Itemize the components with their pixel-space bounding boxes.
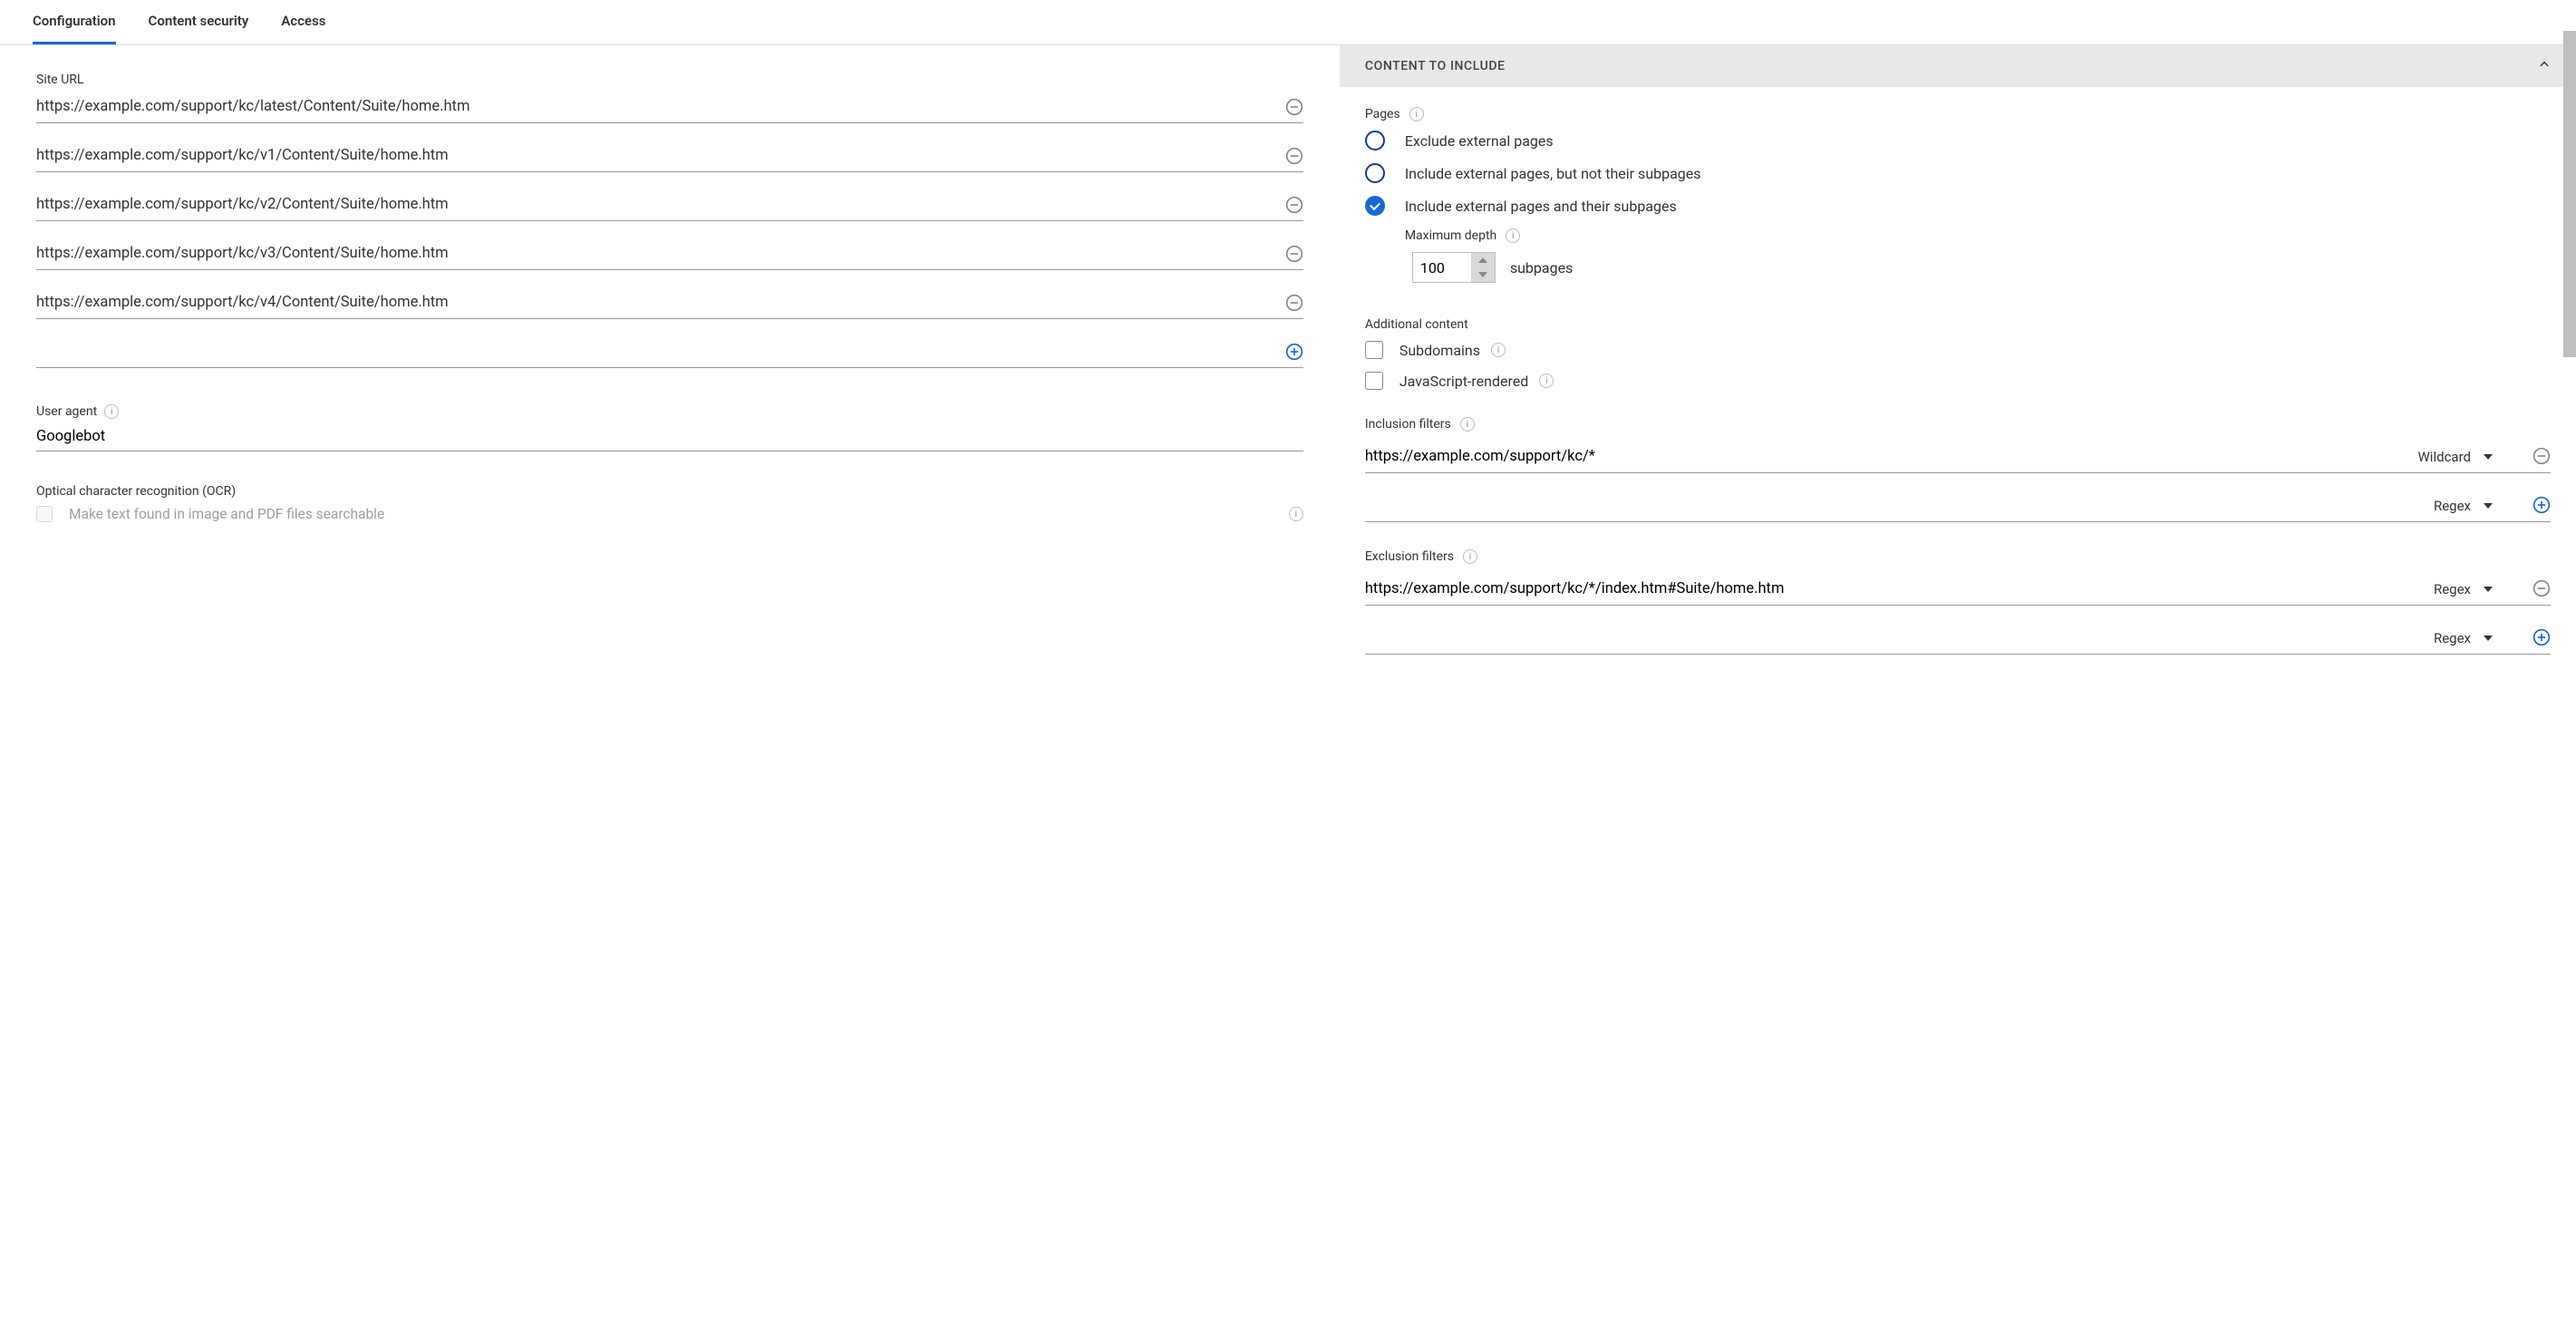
remove-url-button[interactable]	[1285, 196, 1303, 214]
tab-configuration[interactable]: Configuration	[33, 0, 116, 44]
ocr-option-label: Make text found in image and PDF files s…	[69, 506, 1273, 522]
info-icon[interactable]: i	[1491, 343, 1506, 357]
remove-url-button[interactable]	[1285, 294, 1303, 312]
section-title: CONTENT TO INCLUDE	[1365, 59, 1506, 73]
info-icon[interactable]: i	[104, 404, 119, 419]
info-icon[interactable]: i	[1460, 417, 1475, 432]
inclusion-filter-input[interactable]	[1365, 441, 2397, 472]
pages-radio-option[interactable]: Include external pages, but not their su…	[1365, 163, 2551, 183]
site-url-label: Site URL	[36, 73, 1303, 87]
radio-label: Include external pages, but not their su…	[1405, 165, 1701, 182]
site-url-input[interactable]	[36, 140, 1276, 171]
site-url-row	[36, 91, 1303, 123]
info-icon[interactable]: i	[1506, 228, 1520, 243]
inclusion-filter-type-select[interactable]: Regex	[2411, 498, 2498, 514]
exclusion-filter-row: Regex	[1365, 573, 2551, 606]
tab-access[interactable]: Access	[281, 0, 325, 44]
radio-label: Exclude external pages	[1405, 132, 1554, 150]
remove-url-button[interactable]	[1285, 147, 1303, 165]
site-url-input[interactable]	[36, 189, 1276, 220]
user-agent-input[interactable]	[36, 422, 1303, 451]
add-filter-button[interactable]	[2532, 628, 2551, 646]
info-icon[interactable]: i	[1539, 374, 1554, 388]
radio-label: Include external pages and their subpage…	[1405, 198, 1677, 215]
additional-content-label: Additional content	[1365, 317, 2551, 332]
remove-url-button[interactable]	[1285, 245, 1303, 263]
site-url-input[interactable]	[36, 286, 1276, 318]
pages-radio-option[interactable]: Exclude external pages	[1365, 131, 2551, 150]
remove-url-button[interactable]	[1285, 98, 1303, 116]
exclusion-filter-type-select[interactable]: Regex	[2411, 581, 2498, 597]
tabs-bar: Configuration Content security Access	[0, 0, 2576, 45]
chevron-down-icon	[2484, 587, 2493, 592]
js-rendered-label: JavaScript-rendered i	[1399, 373, 1554, 390]
inclusion-filter-row: Regex	[1365, 490, 2551, 522]
add-filter-button[interactable]	[2532, 496, 2551, 514]
info-icon[interactable]: i	[1409, 107, 1424, 121]
right-panel: CONTENT TO INCLUDE Pages i Exclude exter…	[1340, 45, 2576, 691]
site-url-row	[36, 189, 1303, 221]
inclusion-filter-row: Wildcard	[1365, 441, 2551, 473]
max-depth-suffix: subpages	[1510, 259, 1573, 277]
chevron-down-icon	[2484, 503, 2493, 509]
section-header-content-to-include[interactable]: CONTENT TO INCLUDE	[1340, 45, 2576, 87]
site-url-input[interactable]	[36, 91, 1276, 122]
pages-radio-option[interactable]: Include external pages and their subpage…	[1365, 196, 2551, 216]
exclusion-filters-label: Exclusion filters i	[1365, 549, 2551, 564]
site-url-input[interactable]	[36, 238, 1276, 269]
radio-icon	[1365, 131, 1385, 150]
js-rendered-checkbox[interactable]	[1365, 372, 1383, 390]
spinner-down-icon[interactable]	[1471, 267, 1495, 282]
subdomains-label: Subdomains i	[1399, 342, 1506, 359]
ocr-label: Optical character recognition (OCR)	[36, 484, 1303, 499]
number-spinner[interactable]	[1471, 253, 1495, 282]
spinner-up-icon[interactable]	[1471, 253, 1495, 267]
subdomains-checkbox[interactable]	[1365, 341, 1383, 359]
inclusion-filters-label: Inclusion filters i	[1365, 417, 2551, 432]
exclusion-filter-type-select[interactable]: Regex	[2411, 630, 2498, 646]
site-url-add-row	[36, 335, 1303, 368]
left-panel: Site URL User agent i	[0, 45, 1340, 691]
max-depth-label: Maximum depth i	[1405, 228, 2551, 243]
chevron-down-icon	[2484, 454, 2493, 460]
remove-filter-button[interactable]	[2532, 579, 2551, 597]
exclusion-filter-input[interactable]	[1365, 622, 2397, 654]
site-url-row	[36, 238, 1303, 270]
exclusion-filter-row: Regex	[1365, 622, 2551, 655]
tab-content-security[interactable]: Content security	[149, 0, 249, 44]
info-icon[interactable]: i	[1289, 507, 1303, 521]
scrollbar[interactable]	[2563, 31, 2576, 357]
inclusion-filter-type-select[interactable]: Wildcard	[2411, 449, 2498, 465]
site-url-row	[36, 140, 1303, 172]
user-agent-label: User agent i	[36, 404, 1303, 419]
max-depth-input[interactable]	[1413, 253, 1471, 282]
add-url-button[interactable]	[1285, 343, 1303, 361]
site-url-input-new[interactable]	[36, 335, 1276, 367]
chevron-down-icon	[2484, 636, 2493, 641]
exclusion-filter-input[interactable]	[1365, 573, 2397, 605]
inclusion-filter-input[interactable]	[1365, 490, 2397, 521]
radio-icon	[1365, 163, 1385, 183]
ocr-checkbox[interactable]	[36, 506, 53, 522]
remove-filter-button[interactable]	[2532, 447, 2551, 465]
site-url-row	[36, 286, 1303, 319]
radio-icon	[1365, 196, 1385, 216]
info-icon[interactable]: i	[1463, 549, 1477, 564]
chevron-up-icon[interactable]	[2538, 58, 2551, 74]
pages-label: Pages i	[1365, 107, 2551, 121]
